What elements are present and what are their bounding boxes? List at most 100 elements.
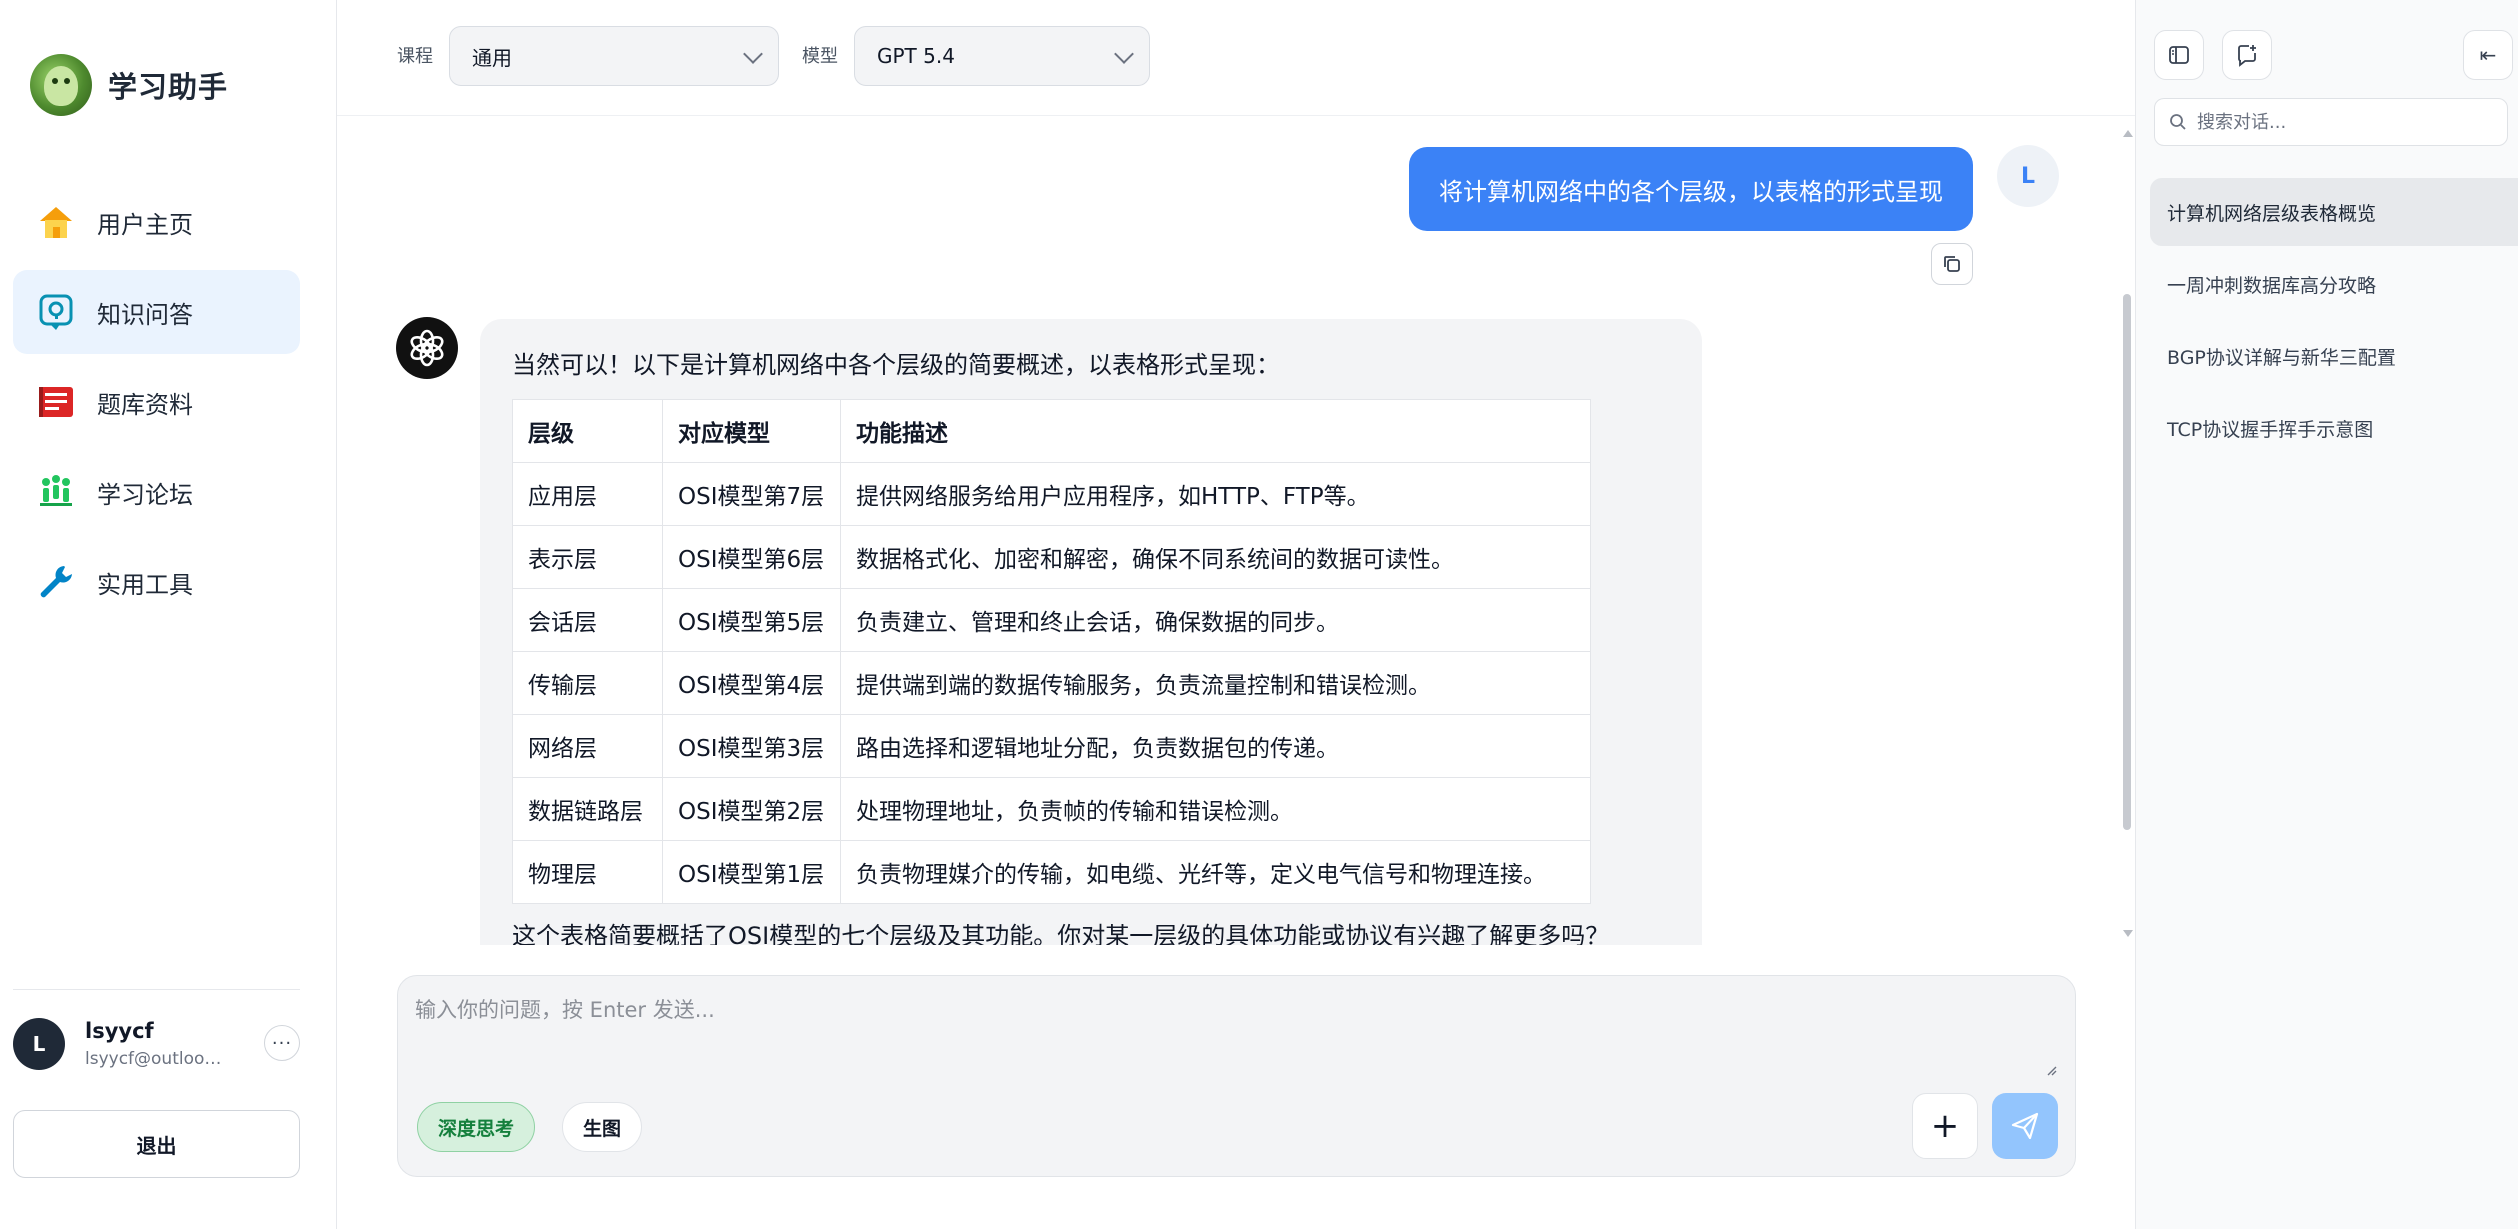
nav-label-forum: 学习论坛 <box>97 480 193 509</box>
send-icon <box>2011 1112 2039 1140</box>
table-cell: 应用层 <box>512 462 663 526</box>
table-header-cell: 对应模型 <box>662 399 841 463</box>
table-cell: OSI模型第5层 <box>662 588 841 652</box>
model-label: 模型 <box>802 46 838 67</box>
table-cell: OSI模型第3层 <box>662 714 841 778</box>
conversation-item[interactable]: BGP协议详解与新华三配置 <box>2150 322 2518 390</box>
user-message-bubble: 将计算机网络中的各个层级，以表格的形式呈现 <box>1409 147 1973 231</box>
image-generation-toggle[interactable]: 生图 <box>562 1102 643 1152</box>
conversation-item[interactable]: TCP协议握手挥手示意图 <box>2150 394 2518 462</box>
assistant-avatar <box>396 317 458 379</box>
search-icon <box>2170 114 2186 130</box>
left-sidebar: 学习助手 用户主页 知识问答 题库资料 学习论坛 实用工具 L lsyycf l… <box>0 0 337 1229</box>
course-select-value: 通用 <box>472 45 512 70</box>
table-cell: OSI模型第2层 <box>662 777 841 841</box>
table-cell: 会话层 <box>512 588 663 652</box>
chevron-down-icon <box>743 44 763 64</box>
osi-layers-table: 层级 对应模型 功能描述 应用层 OSI模型第7层 提供网络服务给用户应用程序，如H… <box>512 399 1591 904</box>
copy-button[interactable] <box>1931 243 1973 285</box>
table-cell: OSI模型第4层 <box>662 651 841 715</box>
deep-think-toggle[interactable]: 深度思考 <box>417 1102 536 1152</box>
table-row: 应用层 OSI模型第7层 提供网络服务给用户应用程序，如HTTP、FTP等。 <box>512 462 1591 526</box>
table-cell: 数据链路层 <box>512 777 663 841</box>
user-divider <box>13 989 300 990</box>
table-cell: 网络层 <box>512 714 663 778</box>
top-bar: 课程 通用 模型 GPT 5.4 <box>337 0 2135 116</box>
chat-area: 将计算机网络中的各个层级，以表格的形式呈现 L 当然可以！以下是计算机网络中各个… <box>337 117 2135 945</box>
question-bank-icon <box>35 381 77 423</box>
nav-item-question-bank[interactable]: 题库资料 <box>13 360 300 444</box>
main-nav: 用户主页 知识问答 题库资料 学习论坛 实用工具 <box>13 180 300 630</box>
table-row: 会话层 OSI模型第5层 负责建立、管理和终止会话，确保数据的同步。 <box>512 588 1591 652</box>
panel-icon <box>2169 46 2189 64</box>
user-name: lsyycf <box>85 1019 154 1043</box>
chat-scrollbar[interactable] <box>2123 130 2133 937</box>
table-header-cell: 层级 <box>512 399 663 463</box>
model-select[interactable]: GPT 5.4 <box>854 26 1150 86</box>
forum-icon <box>35 471 77 513</box>
conversation-search[interactable] <box>2154 98 2508 146</box>
add-attachment-button[interactable]: + <box>1912 1093 1978 1159</box>
scrollbar-thumb[interactable] <box>2123 294 2131 830</box>
conversation-item[interactable]: 一周冲刺数据库高分攻略 <box>2150 250 2518 318</box>
home-icon <box>35 201 77 243</box>
nav-item-qa[interactable]: 知识问答 <box>13 270 300 354</box>
brand: 学习助手 <box>30 54 228 116</box>
scroll-up-arrow-icon[interactable] <box>2123 130 2133 137</box>
assistant-message-bubble: 当然可以！以下是计算机网络中各个层级的简要概述，以表格形式呈现： 层级 对应模型… <box>480 319 1702 945</box>
nav-label-qa: 知识问答 <box>97 300 193 329</box>
table-cell: OSI模型第6层 <box>662 525 841 589</box>
avatar[interactable]: L <box>13 1018 65 1070</box>
user-info: lsyycf lsyycf@outloo… <box>85 1019 245 1069</box>
brand-logo <box>30 54 92 116</box>
more-options-button[interactable]: ··· <box>264 1025 300 1061</box>
openai-logo-icon <box>410 329 444 367</box>
course-select[interactable]: 通用 <box>449 26 779 86</box>
table-cell: 传输层 <box>512 651 663 715</box>
table-cell: 数据格式化、加密和解密，确保不同系统间的数据可读性。 <box>840 525 1591 589</box>
assistant-intro-text: 当然可以！以下是计算机网络中各个层级的简要概述，以表格形式呈现： <box>512 351 1280 379</box>
nav-item-home[interactable]: 用户主页 <box>13 180 300 264</box>
table-cell: 物理层 <box>512 840 663 904</box>
user-email: lsyycf@outloo… <box>85 1049 222 1069</box>
conversation-item[interactable]: 计算机网络层级表格概览 <box>2150 178 2518 246</box>
conversation-sidebar: ⇤ 计算机网络层级表格概览 一周冲刺数据库高分攻略 BGP协议详解与新华三配置 … <box>2135 0 2518 1229</box>
brand-title: 学习助手 <box>108 70 229 104</box>
logout-button[interactable]: 退出 <box>13 1110 300 1178</box>
table-cell: 路由选择和逻辑地址分配，负责数据包的传递。 <box>840 714 1591 778</box>
table-cell: 负责物理媒介的传输，如电缆、光纤等，定义电气信号和物理连接。 <box>840 840 1591 904</box>
nav-label-tools: 实用工具 <box>97 570 193 599</box>
search-input[interactable] <box>2197 111 2497 133</box>
table-row: 传输层 OSI模型第4层 提供端到端的数据传输服务，负责流量控制和错误检测。 <box>512 651 1591 715</box>
user-message-avatar: L <box>1997 145 2059 207</box>
table-cell: OSI模型第1层 <box>662 840 841 904</box>
table-cell: 负责建立、管理和终止会话，确保数据的同步。 <box>840 588 1591 652</box>
wrench-icon <box>35 561 77 603</box>
toggle-panel-button[interactable] <box>2154 30 2204 80</box>
nav-label-home: 用户主页 <box>97 210 193 239</box>
send-button[interactable] <box>1992 1093 2058 1159</box>
scroll-down-arrow-icon[interactable] <box>2123 930 2133 937</box>
user-profile: L lsyycf lsyycf@outloo… ··· <box>13 1016 300 1072</box>
course-label: 课程 <box>397 46 433 67</box>
table-row: 表示层 OSI模型第6层 数据格式化、加密和解密，确保不同系统间的数据可读性。 <box>512 525 1591 589</box>
table-cell: 处理物理地址，负责帧的传输和错误检测。 <box>840 777 1591 841</box>
nav-item-forum[interactable]: 学习论坛 <box>13 450 300 534</box>
nav-item-tools[interactable]: 实用工具 <box>13 540 300 624</box>
message-composer: 深度思考 生图 + <box>397 975 2076 1177</box>
table-row: 网络层 OSI模型第3层 路由选择和逻辑地址分配，负责数据包的传递。 <box>512 714 1591 778</box>
resize-grip-icon[interactable] <box>2045 1064 2057 1076</box>
chevron-down-icon <box>1114 44 1134 64</box>
table-cell: 提供端到端的数据传输服务，负责流量控制和错误检测。 <box>840 651 1591 715</box>
message-input[interactable] <box>415 994 2055 1054</box>
collapse-sidebar-button[interactable]: ⇤ <box>2463 30 2513 80</box>
table-cell: 提供网络服务给用户应用程序，如HTTP、FTP等。 <box>840 462 1591 526</box>
new-chat-button[interactable] <box>2222 30 2272 80</box>
qa-icon <box>35 291 77 333</box>
table-cell: 表示层 <box>512 525 663 589</box>
table-row: 数据链路层 OSI模型第2层 处理物理地址，负责帧的传输和错误检测。 <box>512 777 1591 841</box>
assistant-outro-text: 这个表格简要概括了OSI模型的七个层级及其功能。你对某一层级的具体功能或协议有兴… <box>512 922 1610 945</box>
table-header-row: 层级 对应模型 功能描述 <box>512 399 1591 463</box>
table-row: 物理层 OSI模型第1层 负责物理媒介的传输，如电缆、光纤等，定义电气信号和物理连接… <box>512 840 1591 904</box>
copy-icon <box>1944 256 1960 272</box>
